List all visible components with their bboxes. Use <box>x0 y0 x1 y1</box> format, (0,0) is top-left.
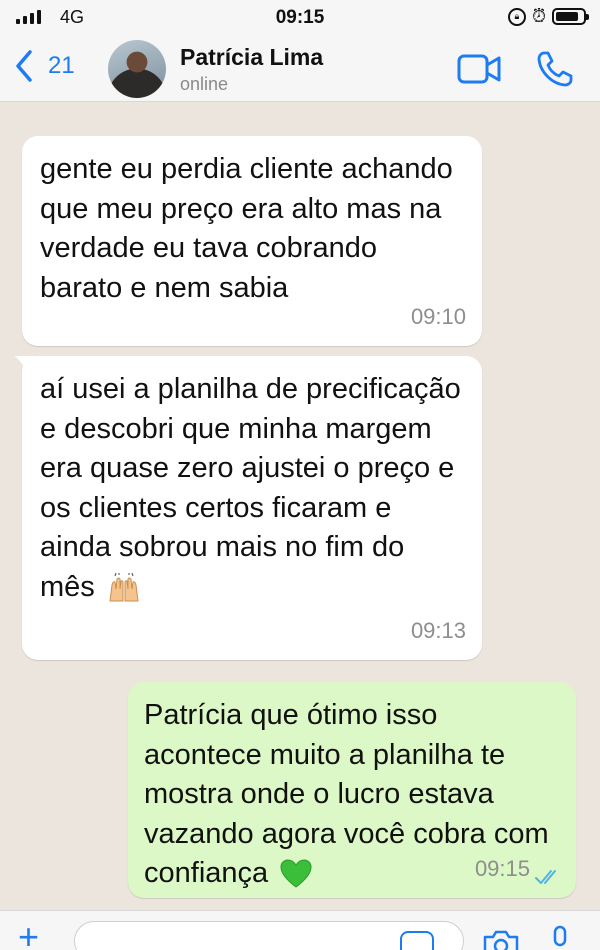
plus-icon[interactable]: + <box>18 919 39 950</box>
avatar[interactable] <box>108 40 166 98</box>
chat-header: 21 Patrícia Lima online <box>0 36 600 102</box>
message-text: aí usei a planilha de precificação e des… <box>40 373 461 603</box>
message-text: gente eu perdia cliente achando que meu … <box>40 153 453 304</box>
message-bubble-incoming[interactable]: gente eu perdia cliente achando que meu … <box>22 136 482 346</box>
alarm-icon: ⏰︎ <box>531 6 546 26</box>
bubble-tail <box>14 356 34 372</box>
chat-area[interactable]: gente eu perdia cliente achando que meu … <box>0 102 600 910</box>
status-icons: 🔒︎ ⏰︎ <box>507 6 589 27</box>
status-bar: 4G 09:15 🔒︎ ⏰︎ <box>0 0 600 36</box>
message-time: 09:13 <box>410 617 466 643</box>
camera-icon[interactable] <box>482 929 520 950</box>
video-call-icon[interactable] <box>456 52 502 86</box>
contact-name[interactable]: Patrícia Lima <box>180 44 323 71</box>
input-bar: + <box>0 910 600 950</box>
message-bubble-incoming[interactable]: aí usei a planilha de precificação e des… <box>14 356 482 660</box>
green-heart-emoji-icon <box>280 859 312 888</box>
phone-icon[interactable] <box>536 50 574 88</box>
message-time: 09:10 <box>410 303 466 329</box>
back-button[interactable]: 21 <box>12 48 75 84</box>
raising-hands-emoji-icon <box>109 572 139 602</box>
sticker-icon[interactable] <box>400 931 434 950</box>
unread-count: 21 <box>48 52 75 79</box>
contact-status: online <box>180 74 229 94</box>
rotation-lock-icon: 🔒︎ <box>507 7 526 26</box>
message-time: 09:15 <box>474 855 530 881</box>
chevron-left-icon <box>16 50 32 82</box>
read-receipt-icon <box>535 870 556 884</box>
battery-icon <box>552 8 589 25</box>
microphone-icon[interactable] <box>548 925 572 950</box>
message-bubble-outgoing[interactable]: Patrícia que ótimo isso acontece muito a… <box>128 682 576 898</box>
